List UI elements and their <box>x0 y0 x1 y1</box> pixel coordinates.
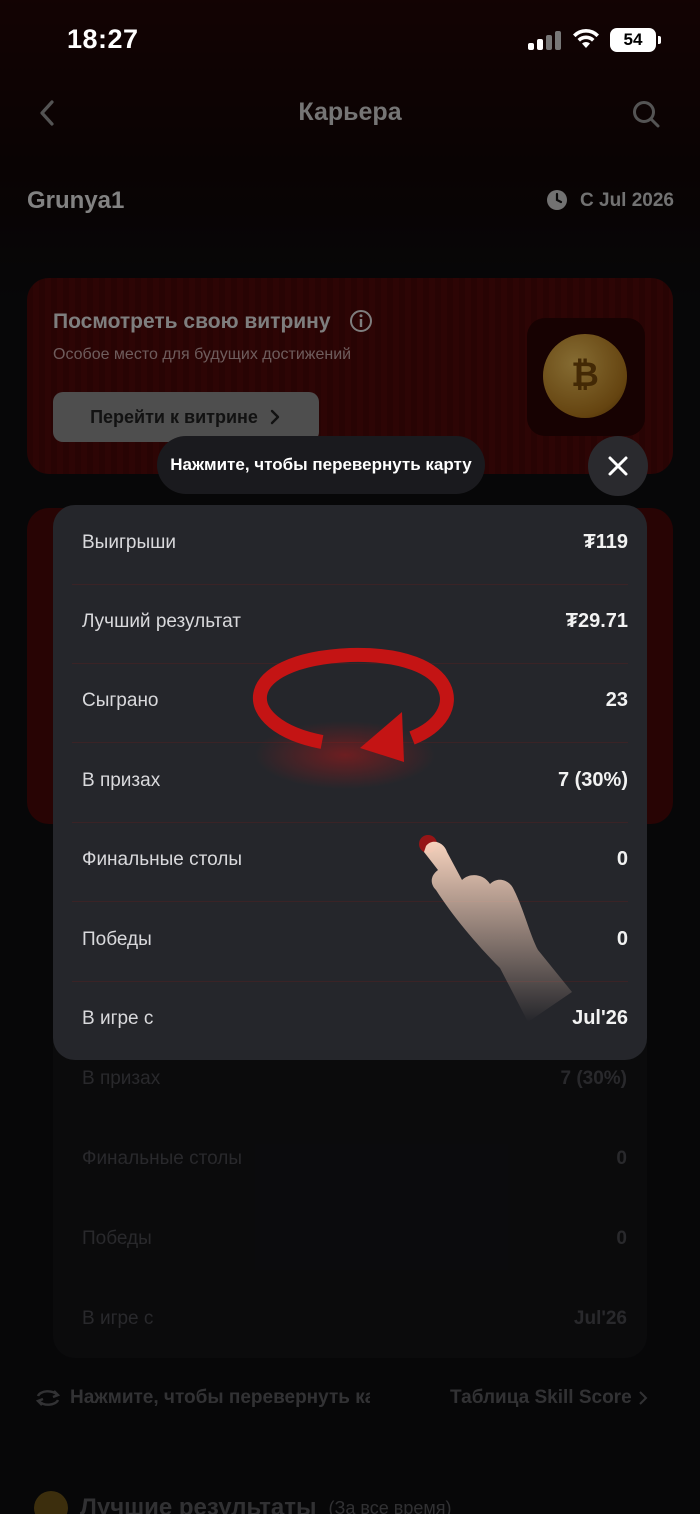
stat-value: 0 <box>616 848 628 870</box>
stat-row-wins: Победы 0 <box>72 902 628 982</box>
stat-label: Лучший результат <box>82 611 241 632</box>
stat-label: Сыграно <box>82 690 159 711</box>
stat-row-winnings: Выигрыши ₮119 <box>72 505 628 585</box>
stat-label: В призах <box>82 770 161 791</box>
stat-label: Победы <box>82 929 152 950</box>
stat-row-final-tables: Финальные столы 0 <box>72 822 628 902</box>
flip-tooltip: Нажмите, чтобы перевернуть карту <box>157 436 485 494</box>
stat-row-best-result: Лучший результат ₮29.71 <box>72 584 628 664</box>
stat-value: 0 <box>616 928 628 950</box>
battery-indicator: 54 <box>610 28 661 52</box>
cellular-signal-icon <box>528 30 564 50</box>
stat-value: ₮29.71 <box>565 610 628 632</box>
close-button[interactable] <box>588 436 648 496</box>
stat-label: Выигрыши <box>82 532 176 553</box>
career-page: 18:27 54 Карьера Grunya1 С Jul 2026 Посм… <box>0 0 700 1514</box>
stat-label: Финальные столы <box>82 849 242 870</box>
status-bar: 18:27 54 <box>0 0 700 80</box>
career-stats-card[interactable]: Выигрыши ₮119 Лучший результат ₮29.71 Сы… <box>53 505 647 1060</box>
stat-row-playing-since: В игре с Jul'26 <box>72 981 628 1060</box>
stat-row-played: Сыграно 23 <box>72 663 628 743</box>
close-icon <box>608 456 628 476</box>
status-time: 18:27 <box>67 24 139 54</box>
tooltip-text: Нажмите, чтобы перевернуть карту <box>170 455 472 474</box>
stat-value: 23 <box>605 689 628 711</box>
stat-row-in-the-money: В призах 7 (30%) <box>72 743 628 823</box>
stat-value: Jul'26 <box>572 1007 628 1029</box>
stat-value: 7 (30%) <box>557 769 628 791</box>
wifi-icon <box>573 28 599 48</box>
stat-label: В игре с <box>82 1008 154 1029</box>
stat-value: ₮119 <box>583 531 628 553</box>
